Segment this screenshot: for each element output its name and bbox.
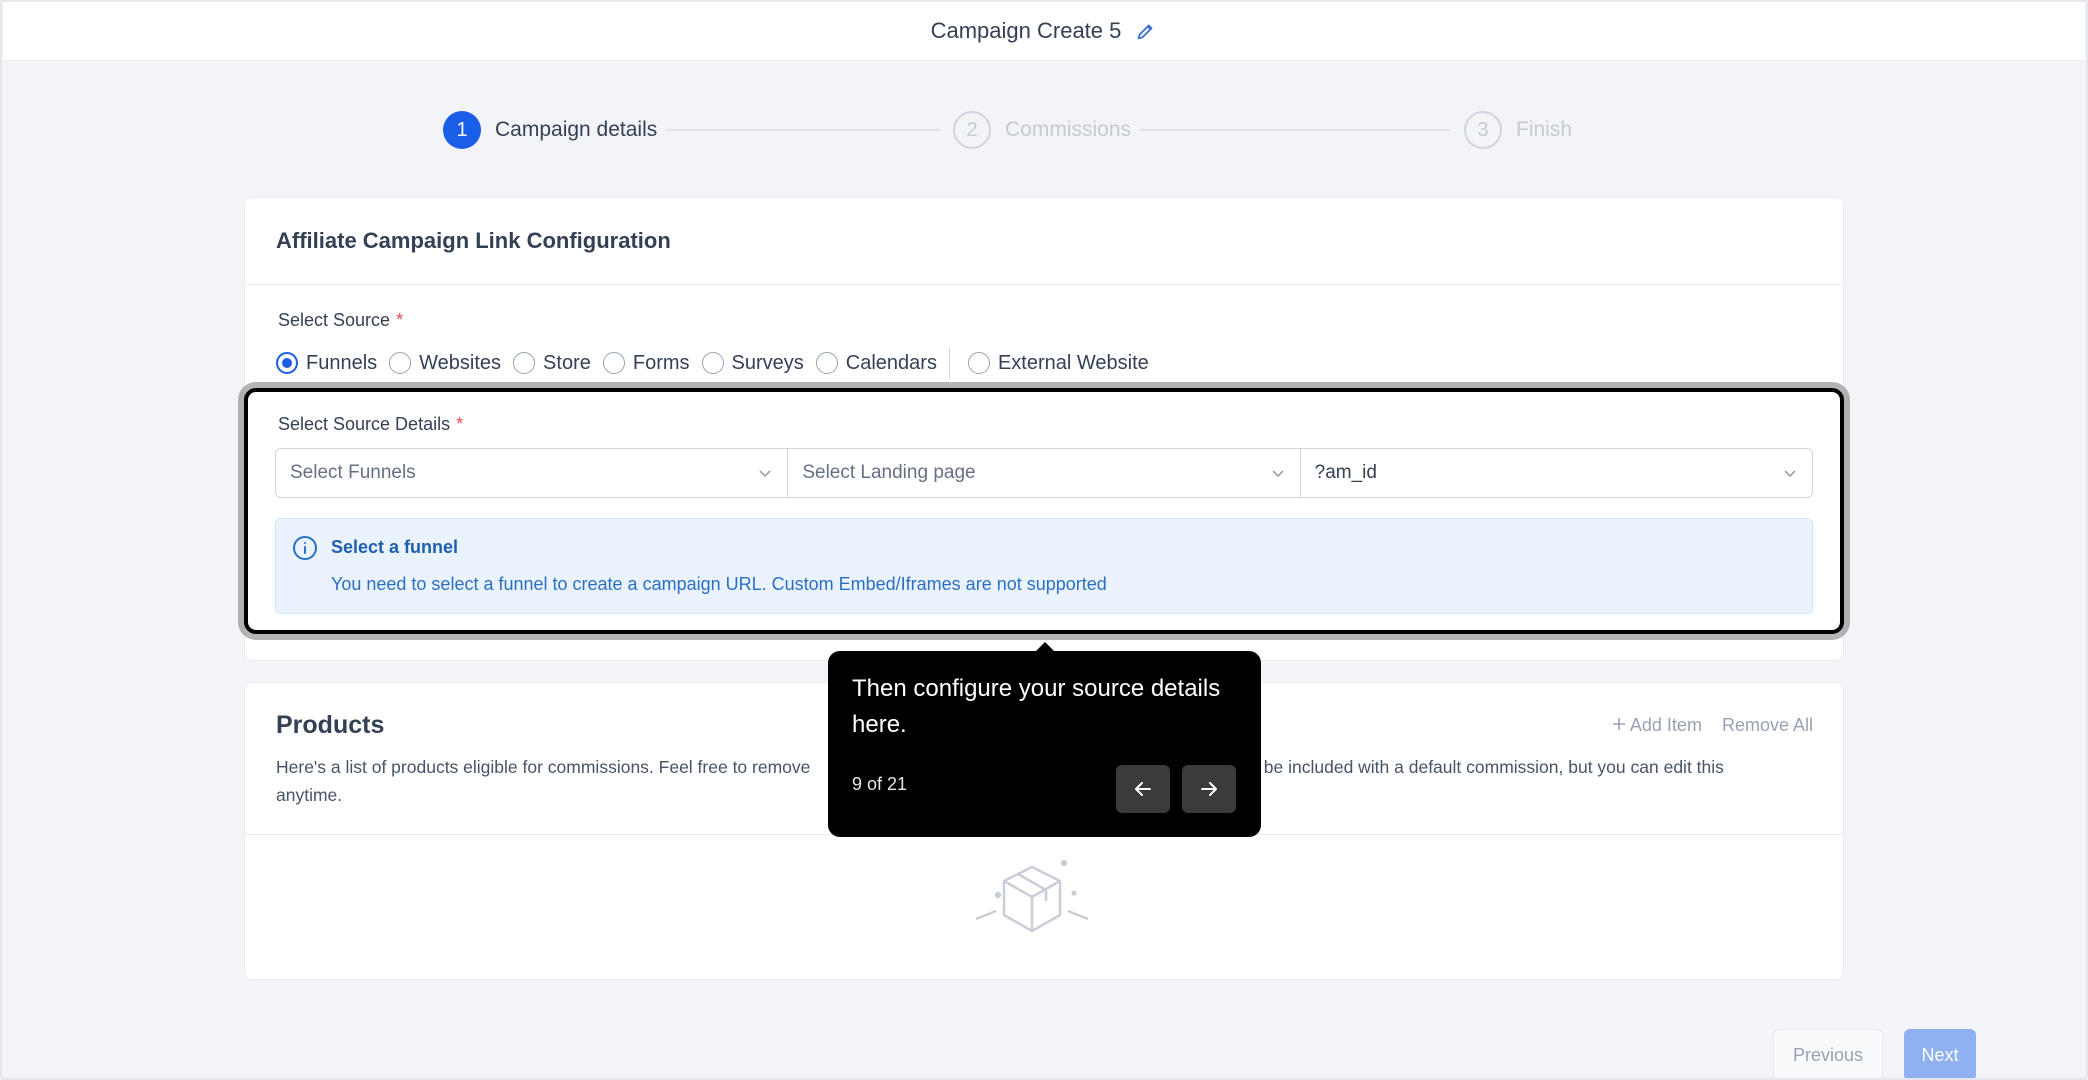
step-number: 2 [953, 111, 991, 149]
dropdown-placeholder: Select Landing page [802, 462, 976, 483]
add-item-label: Add Item [1629, 715, 1702, 735]
card-header: Affiliate Campaign Link Configuration [245, 198, 1843, 285]
info-icon [293, 536, 317, 560]
card-title: Affiliate Campaign Link Configuration [276, 228, 671, 253]
step-label: Campaign details [495, 118, 658, 141]
radio-icon[interactable] [701, 352, 724, 374]
radio-label: Store [543, 351, 591, 374]
step-label: Finish [1516, 118, 1573, 141]
radio-icon[interactable] [815, 352, 838, 374]
previous-button[interactable]: Previous [1773, 1029, 1883, 1080]
chevron-down-icon [759, 470, 771, 478]
page-title: Campaign Create 5 [930, 18, 1122, 43]
radio-icon[interactable] [967, 352, 990, 374]
dropdown-value: ?am_id [1314, 462, 1377, 483]
url-param-dropdown[interactable]: ?am_id [1300, 448, 1813, 498]
radio-funnels[interactable]: Funnels [276, 352, 377, 375]
products-title: Products [276, 711, 385, 739]
select-source-details-label: Select Source Details * [278, 414, 463, 435]
plus-icon [1612, 718, 1625, 730]
radio-checked-icon[interactable] [276, 352, 298, 374]
step-campaign-details[interactable]: 1 Campaign details [443, 110, 657, 150]
step-number: 3 [1464, 111, 1502, 149]
label-text: Select Source [278, 310, 391, 330]
pencil-icon[interactable] [1135, 20, 1157, 42]
radio-external-website[interactable]: External Website [967, 351, 1149, 375]
top-header: Campaign Create 5 [3, 2, 2085, 61]
radio-divider [948, 348, 950, 378]
tooltip-step-count: 9 of 21 [852, 774, 908, 794]
step-finish[interactable]: 3 Finish [1464, 110, 1572, 150]
desc-part: Here's a list of products eligible for c… [276, 757, 811, 777]
tooltip-next-button[interactable] [1182, 765, 1236, 813]
desc-part: anytime. [276, 785, 343, 805]
required-mark: * [396, 310, 404, 330]
info-alert: Select a funnel You need to select a fun… [275, 518, 1813, 614]
step-commissions[interactable]: 2 Commissions [953, 110, 1131, 150]
step-connector [666, 129, 940, 131]
radio-surveys[interactable]: Surveys [701, 351, 804, 375]
source-details-selects: Select Funnels Select Landing page ?am_i… [275, 448, 1813, 498]
select-source-label: Select Source * [278, 310, 403, 331]
radio-label: Calendars [845, 351, 937, 374]
radio-calendars[interactable]: Calendars [815, 351, 937, 375]
info-text: You need to select a funnel to create a … [331, 574, 1107, 594]
required-mark: * [456, 414, 464, 434]
radio-icon[interactable] [513, 352, 536, 374]
tooltip-message: Then configure your source details here. [852, 675, 1221, 738]
next-button[interactable]: Next [1904, 1029, 1976, 1080]
radio-icon[interactable] [602, 352, 625, 374]
tour-tooltip: Then configure your source details here.… [828, 642, 1261, 837]
select-funnels-dropdown[interactable]: Select Funnels [275, 448, 789, 498]
chevron-down-icon [1784, 470, 1796, 478]
radio-forms[interactable]: Forms [602, 351, 690, 375]
empty-box-icon [975, 859, 1089, 933]
label-text: Select Source Details [278, 414, 451, 434]
arrow-right-icon [1201, 782, 1217, 796]
chevron-down-icon [1272, 470, 1284, 478]
radio-store[interactable]: Store [513, 352, 591, 375]
radio-label: Funnels [306, 351, 378, 374]
radio-label: Websites [419, 351, 502, 374]
info-title: Select a funnel [331, 537, 459, 557]
dropdown-placeholder: Select Funnels [290, 462, 416, 483]
products-actions: Add Item Remove All [1612, 715, 1813, 736]
stepper: 1 Campaign details 2 Commissions 3 Finis… [0, 110, 2088, 150]
radio-icon[interactable] [389, 352, 412, 374]
step-number: 1 [443, 111, 481, 149]
add-item-button[interactable]: Add Item [1612, 715, 1702, 736]
arrow-left-icon [1135, 782, 1151, 796]
step-label: Commissions [1005, 118, 1132, 141]
radio-label: Forms [632, 351, 690, 374]
desc-part: lly be included with a default commissio… [1242, 757, 1724, 777]
step-connector [1140, 129, 1450, 131]
radio-label: External Website [997, 351, 1149, 374]
source-radio-group: Funnels Websites Store Forms Surveys Cal… [276, 348, 1161, 378]
radio-label: Surveys [731, 351, 804, 374]
remove-all-button[interactable]: Remove All [1722, 715, 1813, 736]
select-landing-page-dropdown[interactable]: Select Landing page [788, 448, 1301, 498]
radio-websites[interactable]: Websites [389, 352, 501, 375]
tooltip-prev-button[interactable] [1116, 765, 1170, 813]
